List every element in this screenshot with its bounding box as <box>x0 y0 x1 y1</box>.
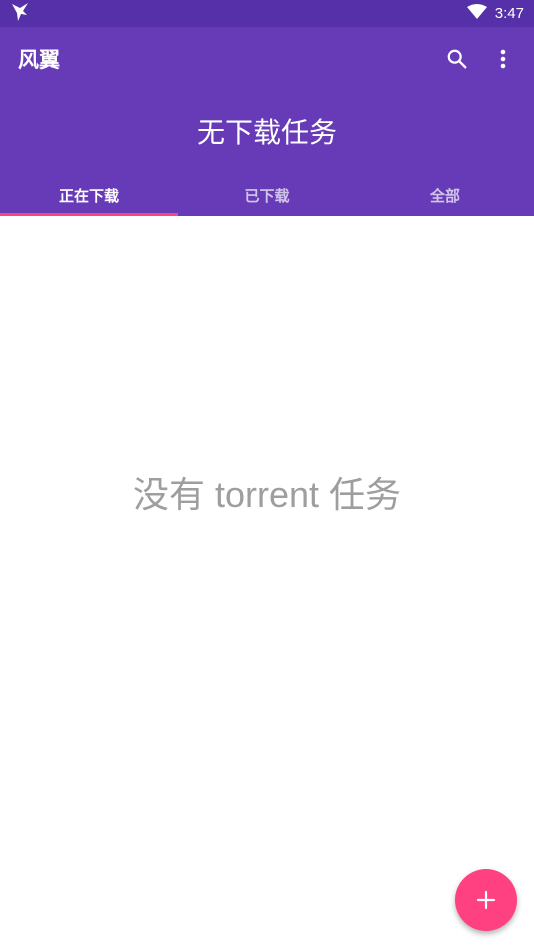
tab-downloading[interactable]: 正在下载 <box>0 175 178 216</box>
status-time: 3:47 <box>494 5 524 22</box>
tab-all[interactable]: 全部 <box>356 175 534 216</box>
app-bar: 风翼 无下载任务 正在下载 已下载 全部 <box>0 27 534 216</box>
search-icon <box>447 49 467 69</box>
wifi-icon <box>466 3 487 24</box>
add-torrent-fab[interactable] <box>455 869 517 931</box>
search-button[interactable] <box>434 41 480 77</box>
more-vert-icon <box>500 49 506 69</box>
app-notification-icon <box>10 2 32 26</box>
tab-downloaded[interactable]: 已下载 <box>178 175 356 216</box>
more-options-button[interactable] <box>480 41 526 77</box>
tab-bar: 正在下载 已下载 全部 <box>0 175 534 216</box>
status-bar: 3:47 <box>0 0 534 27</box>
tab-indicator <box>0 213 178 216</box>
empty-state-message: 没有 torrent 任务 <box>132 474 402 515</box>
download-status-header: 无下载任务 <box>196 116 337 149</box>
app-title: 风翼 <box>18 48 60 72</box>
add-icon <box>476 890 496 910</box>
